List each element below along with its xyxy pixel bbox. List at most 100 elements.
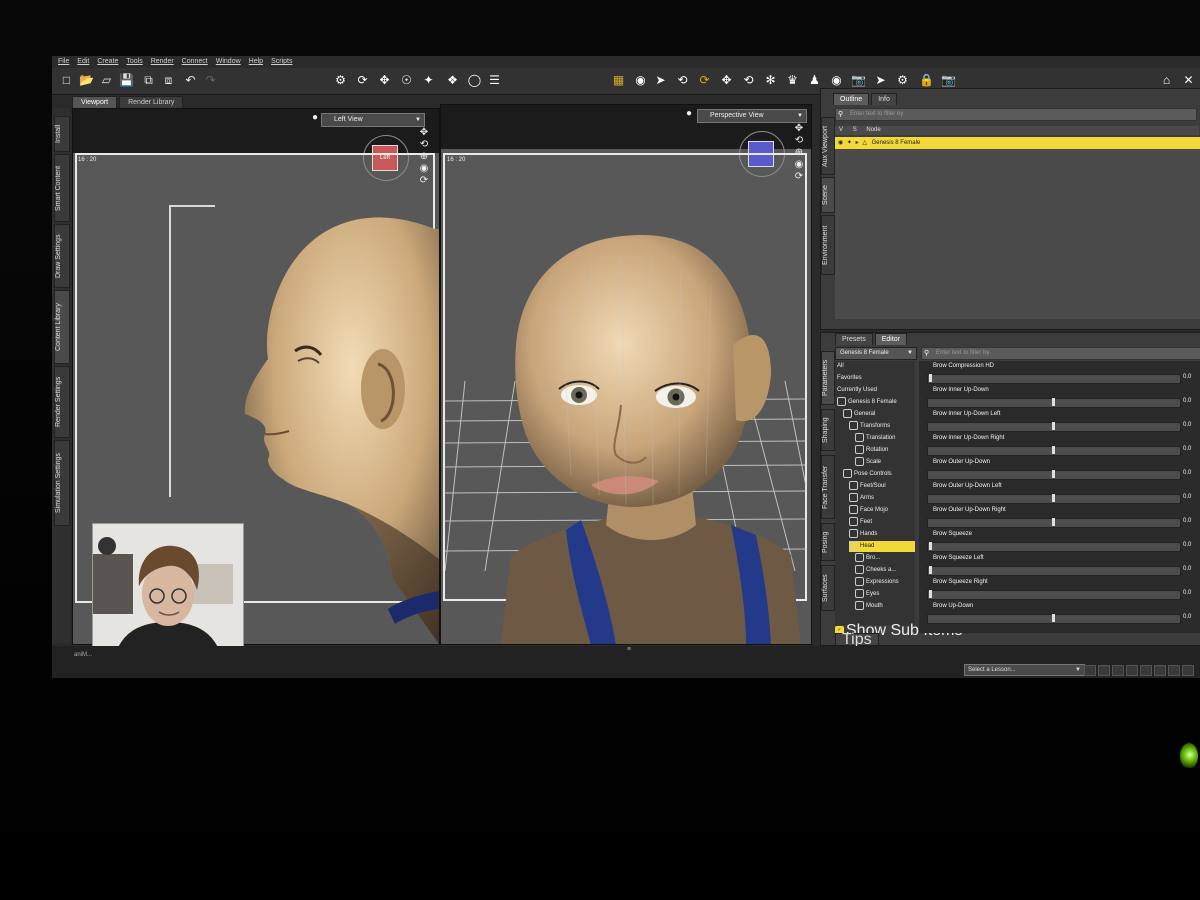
slider-track[interactable] bbox=[927, 542, 1181, 552]
geometry-editor-icon[interactable]: ◯ bbox=[466, 72, 483, 89]
lesson-page-button[interactable] bbox=[1168, 665, 1180, 676]
tree-item[interactable]: Eyes bbox=[855, 589, 915, 600]
tree-item[interactable]: Scale bbox=[855, 457, 915, 468]
tree-item[interactable]: All bbox=[837, 361, 915, 372]
figure-tool-icon[interactable]: ♛ bbox=[784, 72, 801, 89]
rotate-tool-icon[interactable]: ⟳ bbox=[354, 72, 371, 89]
tab-scene[interactable]: Scene bbox=[821, 177, 835, 213]
tab-draw-settings[interactable]: Draw Settings bbox=[54, 224, 70, 288]
slider-value[interactable]: 0.0 bbox=[1183, 614, 1191, 620]
parameter-slider[interactable]: Brow Compression HD 0.0 bbox=[919, 361, 1200, 385]
tree-item[interactable]: Transforms bbox=[849, 421, 915, 432]
lesson-page-button[interactable] bbox=[1154, 665, 1166, 676]
render-settings-icon[interactable]: 🔒 bbox=[918, 72, 935, 89]
tree-item[interactable]: Hands bbox=[849, 529, 915, 540]
figure-select[interactable]: Genesis 8 Female ▼ bbox=[835, 347, 917, 360]
tree-item[interactable]: Head bbox=[849, 541, 915, 552]
tree-item[interactable]: Cheeks a... bbox=[855, 565, 915, 576]
slider-knob[interactable] bbox=[1052, 398, 1055, 406]
scale-tool-icon[interactable]: ☉ bbox=[398, 72, 415, 89]
parameter-slider[interactable]: Brow Squeeze 0.0 bbox=[919, 529, 1200, 553]
slider-knob[interactable] bbox=[1052, 470, 1055, 478]
menu-help[interactable]: Help bbox=[249, 56, 263, 68]
slider-value[interactable]: 0.0 bbox=[1183, 470, 1191, 476]
tree-item[interactable]: Rotation bbox=[855, 445, 915, 456]
tree-item[interactable]: Face Mojo bbox=[849, 505, 915, 516]
slider-knob[interactable] bbox=[929, 590, 932, 598]
tab-environment[interactable]: Environment bbox=[821, 215, 835, 275]
power-pose-icon[interactable]: ⟲ bbox=[674, 72, 691, 89]
move-icon[interactable]: ✥ bbox=[718, 72, 735, 89]
expand-arrow-icon[interactable]: ▸ bbox=[856, 140, 859, 146]
tree-item[interactable]: Bro... bbox=[855, 553, 915, 564]
tab-smart-content[interactable]: Smart Content bbox=[54, 154, 70, 222]
tree-item[interactable]: Currently Used bbox=[837, 385, 915, 396]
undo-icon[interactable]: ↶ bbox=[182, 72, 199, 89]
home-icon[interactable]: ⌂ bbox=[1158, 72, 1175, 89]
tree-item[interactable]: Feet bbox=[849, 517, 915, 528]
parameter-slider[interactable]: Brow Squeeze Left 0.0 bbox=[919, 553, 1200, 577]
slider-value[interactable]: 0.0 bbox=[1183, 374, 1191, 380]
outline-row-genesis-8-female[interactable]: ◉ ✦ ▸ △ Genesis 8 Female bbox=[835, 137, 1200, 149]
grid-universal-icon[interactable]: ▦ bbox=[610, 72, 627, 89]
tab-presets[interactable]: Presets bbox=[835, 333, 873, 345]
slider-track[interactable] bbox=[927, 374, 1181, 384]
tab-outline[interactable]: Outline bbox=[833, 93, 870, 105]
tab-aux-viewport[interactable]: Aux Viewport bbox=[821, 117, 835, 175]
slider-track[interactable] bbox=[927, 566, 1181, 576]
joint-tool-icon[interactable]: ✦ bbox=[420, 72, 437, 89]
slider-value[interactable]: 0.0 bbox=[1183, 590, 1191, 596]
menu-file[interactable]: File bbox=[58, 56, 69, 68]
parameter-slider[interactable]: Brow Inner Up-Down 0.0 bbox=[919, 385, 1200, 409]
new-file-icon[interactable]: □ bbox=[58, 72, 75, 89]
slider-knob[interactable] bbox=[1052, 494, 1055, 502]
open-folder-icon[interactable]: 📂 bbox=[78, 72, 95, 89]
lock-icon[interactable]: ✦ bbox=[847, 140, 852, 146]
tab-editor[interactable]: Editor bbox=[874, 333, 908, 345]
slider-value[interactable]: 0.0 bbox=[1183, 518, 1191, 524]
tab-tips[interactable]: Tips bbox=[835, 632, 879, 648]
tree-item[interactable]: Translation bbox=[855, 433, 915, 444]
slider-value[interactable]: 0.0 bbox=[1183, 398, 1191, 404]
tab-face-transfer[interactable]: Face Transfer bbox=[821, 455, 835, 519]
pointer-icon[interactable]: ➤ bbox=[652, 72, 669, 89]
universal-tool-icon[interactable]: ⟳ bbox=[696, 72, 713, 89]
tab-viewport[interactable]: Viewport bbox=[72, 96, 118, 108]
perspective-view-select[interactable]: Perspective View ▼ bbox=[697, 109, 807, 123]
open-scene-icon[interactable]: ▱ bbox=[98, 72, 115, 89]
slider-value[interactable]: 0.0 bbox=[1183, 446, 1191, 452]
menu-scripts[interactable]: Scripts bbox=[271, 56, 292, 68]
menu-connect[interactable]: Connect bbox=[182, 56, 208, 68]
lesson-page-button[interactable] bbox=[1140, 665, 1152, 676]
camera-tool-icon[interactable]: ⚙ bbox=[332, 72, 349, 89]
region-icon[interactable]: ⚙ bbox=[894, 72, 911, 89]
parameter-slider[interactable]: Brow Outer Up-Down Left 0.0 bbox=[919, 481, 1200, 505]
slider-knob[interactable] bbox=[1052, 422, 1055, 430]
tab-shaping[interactable]: Shaping bbox=[821, 409, 835, 451]
tab-info[interactable]: Info bbox=[871, 93, 897, 105]
close-icon[interactable]: ✕ bbox=[1180, 72, 1197, 89]
view-options-icon[interactable]: ● bbox=[309, 112, 321, 124]
tab-install[interactable]: Install bbox=[54, 116, 70, 152]
render-icon[interactable]: 📷 bbox=[940, 72, 957, 89]
pose-tool-icon[interactable]: ♟ bbox=[806, 72, 823, 89]
menu-create[interactable]: Create bbox=[97, 56, 118, 68]
menu-render[interactable]: Render bbox=[151, 56, 174, 68]
slider-knob[interactable] bbox=[929, 374, 932, 382]
redo-icon[interactable]: ↷ bbox=[202, 72, 219, 89]
parameter-slider[interactable]: Brow Outer Up-Down 0.0 bbox=[919, 457, 1200, 481]
tab-render-library[interactable]: Render Library bbox=[119, 96, 184, 108]
rotate-icon[interactable]: ⟲ bbox=[740, 72, 757, 89]
twist-icon[interactable]: ✻ bbox=[762, 72, 779, 89]
list-icon[interactable]: ☰ bbox=[486, 72, 503, 89]
slider-value[interactable]: 0.0 bbox=[1183, 566, 1191, 572]
slider-value[interactable]: 0.0 bbox=[1183, 542, 1191, 548]
parameter-slider[interactable]: Brow Inner Up-Down Right 0.0 bbox=[919, 433, 1200, 457]
tab-render-settings[interactable]: Render Settings bbox=[54, 366, 70, 438]
tree-item[interactable]: Mouth bbox=[855, 601, 915, 612]
tab-surfaces[interactable]: Surfaces bbox=[821, 565, 835, 611]
tab-content-library[interactable]: Content Library bbox=[54, 290, 70, 364]
parameter-slider[interactable]: Brow Up-Down 0.0 bbox=[919, 601, 1200, 625]
tab-parameters[interactable]: Parameters bbox=[821, 351, 835, 405]
lesson-page-button[interactable] bbox=[1126, 665, 1138, 676]
